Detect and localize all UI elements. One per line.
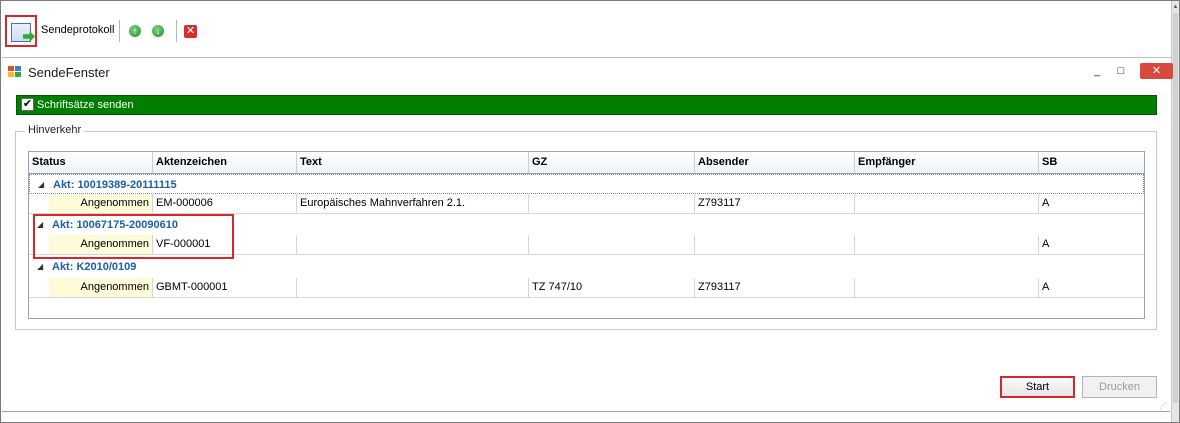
toolbar: Sendeprotokoll ↑ ↓ ✕	[3, 15, 1171, 49]
col-header-text[interactable]: Text	[297, 152, 529, 173]
send-documents-checkbox[interactable]: ✔	[21, 98, 34, 111]
collapse-triangle-icon[interactable]: ◢	[37, 262, 43, 271]
gz-cell	[529, 194, 695, 213]
group-title: Akt: K2010/0109	[52, 261, 137, 273]
empfaenger-cell	[855, 194, 1039, 213]
maximize-button[interactable]: □	[1112, 63, 1130, 79]
resize-grip-icon[interactable]: ⋰	[1159, 401, 1169, 411]
outgoing-group-label: Hinverkehr	[25, 124, 85, 136]
document-icon	[11, 23, 31, 42]
scroll-thumb[interactable]	[1173, 13, 1178, 403]
col-header-status[interactable]: Status	[29, 152, 153, 173]
gz-cell	[529, 235, 695, 254]
grid-header: Status Aktenzeichen Text GZ Absender Emp…	[29, 152, 1144, 174]
col-header-absender[interactable]: Absender	[695, 152, 855, 173]
send-documents-bar[interactable]: ✔ Schriftsätze senden	[16, 95, 1157, 115]
text-cell	[297, 278, 529, 297]
absender-cell	[695, 235, 855, 254]
sb-cell: A	[1042, 238, 1050, 250]
col-header-gz[interactable]: GZ	[529, 152, 695, 173]
sb-cell: A	[1042, 281, 1050, 293]
status-cell: Angenommen	[49, 278, 153, 297]
col-header-empfaenger[interactable]: Empfänger	[855, 152, 1039, 173]
move-down-icon[interactable]: ↓	[152, 25, 164, 37]
empfaenger-cell	[855, 235, 1039, 254]
collapse-triangle-icon[interactable]: ◢	[38, 180, 44, 189]
text-cell	[297, 235, 529, 254]
row-indent	[29, 278, 49, 297]
text-cell: Europäisches Mahnverfahren 2.1.	[297, 194, 529, 213]
window-app-icon	[8, 66, 22, 78]
minimize-button[interactable]: _	[1088, 63, 1106, 79]
send-documents-label: Schriftsätze senden	[37, 99, 134, 111]
col-header-aktenzeichen[interactable]: Aktenzeichen	[153, 152, 297, 173]
group-title: Akt: 10019389-20111115	[53, 179, 177, 191]
toolbar-separator	[176, 20, 177, 42]
empfaenger-cell	[855, 278, 1039, 297]
send-protocol-button[interactable]	[5, 15, 37, 47]
print-button[interactable]: Drucken	[1082, 376, 1157, 398]
start-button[interactable]: Start	[1000, 376, 1075, 398]
col-header-sb[interactable]: SB	[1039, 152, 1144, 173]
toolbar-separator	[119, 20, 120, 42]
group-row[interactable]: ◢ Akt: K2010/0109	[29, 257, 1144, 277]
window-title: SendeFenster	[28, 65, 110, 80]
highlight-box	[33, 214, 234, 259]
status-cell: Angenommen	[49, 194, 153, 213]
sb-cell: A	[1042, 197, 1050, 209]
window-frame: ▲ Sendeprotokoll ↑ ↓ ✕ SendeFenster _ □ …	[0, 0, 1180, 423]
group-row[interactable]: ◢ Akt: 10019389-20111115	[29, 174, 1144, 194]
move-up-icon[interactable]: ↑	[129, 25, 141, 37]
aktenzeichen-cell: EM-000006	[153, 194, 297, 213]
scroll-up-icon[interactable]: ▲	[1172, 3, 1179, 11]
bottom-divider	[2, 411, 1170, 412]
row-indent	[29, 194, 49, 213]
delete-icon[interactable]: ✕	[184, 25, 197, 38]
gz-cell: TZ 747/10	[529, 278, 695, 297]
absender-cell: Z793117	[695, 194, 855, 213]
send-protocol-label[interactable]: Sendeprotokoll	[41, 24, 114, 36]
absender-cell: Z793117	[695, 278, 855, 297]
table-row[interactable]: Angenommen EM-000006 Europäisches Mahnve…	[29, 194, 1144, 214]
table-row[interactable]: Angenommen GBMT-000001 TZ 747/10 Z793117…	[29, 278, 1144, 298]
window-title-bar: SendeFenster _ □ ✕	[2, 57, 1173, 86]
close-button[interactable]: ✕	[1140, 63, 1173, 79]
aktenzeichen-cell: GBMT-000001	[153, 278, 297, 297]
